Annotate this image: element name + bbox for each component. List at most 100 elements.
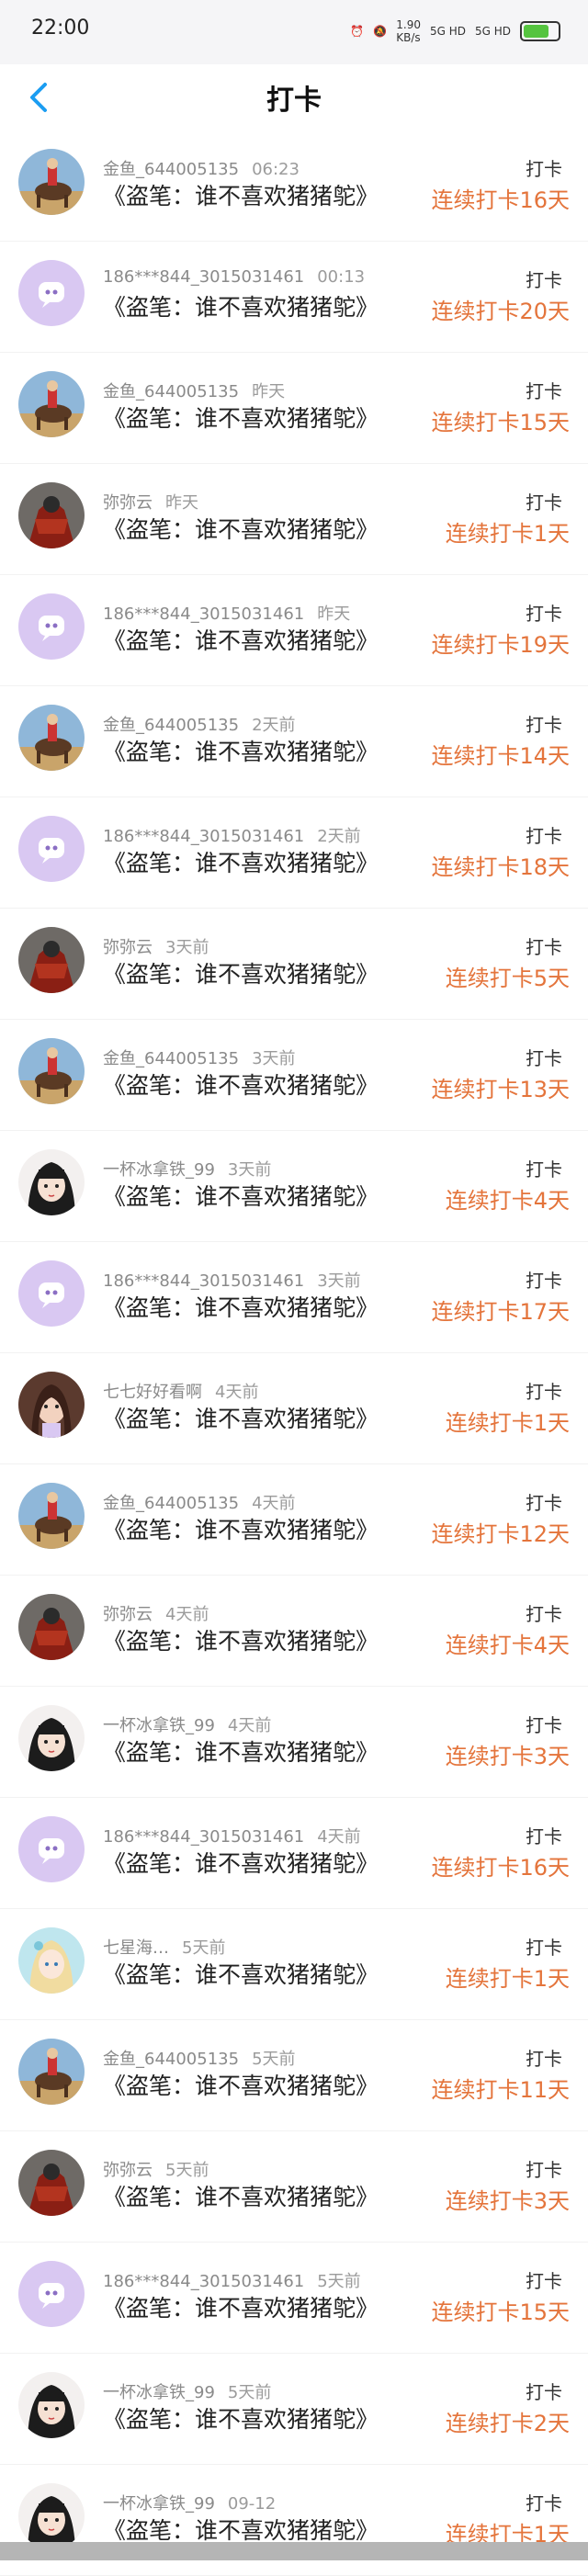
avatar[interactable] — [18, 816, 85, 882]
book-title[interactable]: 《盗笔：谁不喜欢猪猪鸵》 — [103, 178, 379, 211]
checkin-row[interactable]: 186***844_3015031461 2天前 《盗笔：谁不喜欢猪猪鸵》 打卡 连续打… — [0, 797, 588, 909]
post-time: 5天前 — [317, 2272, 361, 2291]
book-title[interactable]: 《盗笔：谁不喜欢猪猪鸵》 — [103, 512, 379, 545]
avatar[interactable] — [18, 2261, 85, 2327]
book-title[interactable]: 《盗笔：谁不喜欢猪猪鸵》 — [103, 2513, 379, 2546]
post-time: 5天前 — [252, 2050, 296, 2069]
user-name[interactable]: 金鱼_644005135 — [103, 382, 239, 401]
user-name[interactable]: 一杯冰拿铁_99 — [103, 2494, 215, 2514]
checkin-row[interactable]: 186***844_3015031461 00:13 《盗笔：谁不喜欢猪猪鸵》 打卡连… — [0, 242, 588, 353]
checkin-row[interactable]: 弥弥云 3天前 《盗笔：谁不喜欢猪猪鸵》 打卡 连续打卡5天 — [0, 909, 588, 1020]
book-title[interactable]: 《盗笔：谁不喜欢猪猪鸵》 — [103, 845, 379, 878]
avatar[interactable] — [18, 1372, 85, 1438]
user-name[interactable]: 弥弥云 — [103, 493, 153, 513]
user-name[interactable]: 七星海… — [103, 1938, 169, 1958]
user-name[interactable]: 一杯冰拿铁_99 — [103, 1160, 215, 1180]
user-name[interactable]: 七七好好看啊 — [103, 1383, 202, 1402]
book-title[interactable]: 《盗笔：谁不喜欢猪猪鸵》 — [103, 1957, 379, 1990]
avatar[interactable] — [18, 1927, 85, 1994]
checkin-row[interactable]: 七星海… 5天前 《盗笔：谁不喜欢猪猪鸵》 打卡 连续打卡1天 — [0, 1909, 588, 2020]
user-name[interactable]: 金鱼_644005135 — [103, 160, 239, 179]
checkin-row[interactable]: 金鱼_644005135 4天前 《盗笔：谁不喜欢猪猪鸵》 打卡 连续打卡12天 — [0, 1464, 588, 1576]
book-title[interactable]: 《盗笔：谁不喜欢猪猪鸵》 — [103, 2401, 379, 2435]
book-title[interactable]: 《盗笔：谁不喜欢猪猪鸵》 — [103, 1623, 379, 1656]
user-name[interactable]: 金鱼_644005135 — [103, 1049, 239, 1068]
checkin-row[interactable]: 弥弥云 昨天 《盗笔：谁不喜欢猪猪鸵》 打卡 连续打卡1天 — [0, 464, 588, 575]
avatar[interactable] — [18, 149, 85, 215]
book-title[interactable]: 《盗笔：谁不喜欢猪猪鸵》 — [103, 1401, 379, 1434]
book-title[interactable]: 《盗笔：谁不喜欢猪猪鸵》 — [103, 1512, 379, 1545]
checkin-row[interactable]: 金鱼_644005135 06:23 《盗笔：谁不喜欢猪猪鸵》 打卡 连续打卡16天 — [0, 130, 588, 242]
avatar[interactable] — [18, 1260, 85, 1327]
checkin-row[interactable]: 一杯冰拿铁_99 5天前 《盗笔：谁不喜欢猪猪鸵》 打卡 连续打卡2天 — [0, 2354, 588, 2465]
book-title[interactable]: 《盗笔：谁不喜欢猪猪鸵》 — [103, 2179, 379, 2212]
book-title[interactable]: 《盗笔：谁不喜欢猪猪鸵》 — [103, 289, 379, 322]
user-name[interactable]: 186***844_3015031461 — [103, 1271, 304, 1291]
checkin-row[interactable]: 金鱼_644005135 5天前 《盗笔：谁不喜欢猪猪鸵》 打卡 连续打卡11天 — [0, 2020, 588, 2131]
avatar[interactable] — [18, 1594, 85, 1660]
post-time: 3天前 — [227, 1160, 272, 1180]
checkin-row[interactable]: 七七好好看啊 4天前 《盗笔：谁不喜欢猪猪鸵》 打卡 连续打卡1天 — [0, 1353, 588, 1464]
checkin-row[interactable]: 一杯冰拿铁_99 4天前 《盗笔：谁不喜欢猪猪鸵》 打卡 连续打卡3天 — [0, 1687, 588, 1798]
book-title[interactable]: 《盗笔：谁不喜欢猪猪鸵》 — [103, 1846, 379, 1879]
user-name[interactable]: 一杯冰拿铁_99 — [103, 1716, 215, 1735]
streak-label: 连续打卡20天 — [431, 299, 570, 324]
user-name[interactable]: 弥弥云 — [103, 2161, 153, 2180]
post-time: 09-12 — [227, 2494, 277, 2514]
book-title[interactable]: 《盗笔：谁不喜欢猪猪鸵》 — [103, 1179, 379, 1212]
streak-label: 连续打卡14天 — [431, 743, 570, 769]
user-name[interactable]: 一杯冰拿铁_99 — [103, 2383, 215, 2402]
avatar[interactable] — [18, 2483, 85, 2549]
post-time: 5天前 — [182, 1938, 226, 1958]
avatar[interactable] — [18, 1816, 85, 1882]
user-name[interactable]: 186***844_3015031461 — [103, 1827, 304, 1847]
user-name[interactable]: 弥弥云 — [103, 938, 153, 957]
checkin-row[interactable]: 金鱼_644005135 昨天 《盗笔：谁不喜欢猪猪鸵》 打卡 连续打卡15天 — [0, 353, 588, 464]
user-name[interactable]: 186***844_3015031461 — [103, 267, 304, 287]
avatar[interactable] — [18, 2150, 85, 2216]
checkin-tag: 打卡 — [526, 1381, 562, 1403]
user-name[interactable]: 186***844_3015031461 — [103, 2272, 304, 2291]
book-title[interactable]: 《盗笔：谁不喜欢猪猪鸵》 — [103, 401, 379, 434]
book-title[interactable]: 《盗笔：谁不喜欢猪猪鸵》 — [103, 1068, 379, 1101]
avatar[interactable] — [18, 260, 85, 326]
post-time: 昨天 — [317, 604, 351, 624]
user-name[interactable]: 金鱼_644005135 — [103, 716, 239, 735]
checkin-tag: 打卡 — [526, 2381, 562, 2403]
user-name[interactable]: 金鱼_644005135 — [103, 1494, 239, 1513]
avatar[interactable] — [18, 482, 85, 548]
avatar[interactable] — [18, 1149, 85, 1215]
avatar[interactable] — [18, 2372, 85, 2438]
checkin-row[interactable]: 186***844_3015031461 昨天 《盗笔：谁不喜欢猪猪鸵》 打卡 连续打卡… — [0, 575, 588, 686]
book-title[interactable]: 《盗笔：谁不喜欢猪猪鸵》 — [103, 1290, 379, 1323]
avatar[interactable] — [18, 1483, 85, 1549]
avatar[interactable] — [18, 1705, 85, 1771]
checkin-tag: 打卡 — [526, 158, 562, 180]
checkin-row[interactable]: 一杯冰拿铁_99 3天前 《盗笔：谁不喜欢猪猪鸵》 打卡 连续打卡4天 — [0, 1131, 588, 1242]
book-title[interactable]: 《盗笔：谁不喜欢猪猪鸵》 — [103, 1734, 379, 1768]
book-title[interactable]: 《盗笔：谁不喜欢猪猪鸵》 — [103, 734, 379, 767]
user-name[interactable]: 186***844_3015031461 — [103, 604, 304, 624]
checkin-row[interactable]: 金鱼_644005135 2天前 《盗笔：谁不喜欢猪猪鸵》 打卡 连续打卡14天 — [0, 686, 588, 797]
checkin-row[interactable]: 弥弥云 4天前 《盗笔：谁不喜欢猪猪鸵》 打卡 连续打卡4天 — [0, 1576, 588, 1687]
avatar[interactable] — [18, 371, 85, 437]
user-name[interactable]: 弥弥云 — [103, 1605, 153, 1624]
book-title[interactable]: 《盗笔：谁不喜欢猪猪鸵》 — [103, 956, 379, 989]
checkin-row[interactable]: 186***844_3015031461 5天前 《盗笔：谁不喜欢猪猪鸵》 打卡 连续打… — [0, 2243, 588, 2354]
book-title[interactable]: 《盗笔：谁不喜欢猪猪鸵》 — [103, 2290, 379, 2323]
checkin-row[interactable]: 186***844_3015031461 3天前 《盗笔：谁不喜欢猪猪鸵》 打卡 连续打… — [0, 1242, 588, 1353]
user-name[interactable]: 186***844_3015031461 — [103, 827, 304, 846]
checkin-tag: 打卡 — [526, 2270, 562, 2292]
post-time: 4天前 — [165, 1605, 209, 1624]
avatar[interactable] — [18, 2039, 85, 2105]
user-name[interactable]: 金鱼_644005135 — [103, 2050, 239, 2069]
checkin-row[interactable]: 金鱼_644005135 3天前 《盗笔：谁不喜欢猪猪鸵》 打卡 连续打卡13天 — [0, 1020, 588, 1131]
checkin-row[interactable]: 弥弥云 5天前 《盗笔：谁不喜欢猪猪鸵》 打卡 连续打卡3天 — [0, 2131, 588, 2243]
avatar[interactable] — [18, 1038, 85, 1104]
avatar[interactable] — [18, 927, 85, 993]
checkin-row[interactable]: 186***844_3015031461 4天前 《盗笔：谁不喜欢猪猪鸵》 打卡 连续打… — [0, 1798, 588, 1909]
book-title[interactable]: 《盗笔：谁不喜欢猪猪鸵》 — [103, 623, 379, 656]
book-title[interactable]: 《盗笔：谁不喜欢猪猪鸵》 — [103, 2068, 379, 2101]
avatar[interactable] — [18, 705, 85, 771]
avatar[interactable] — [18, 593, 85, 660]
